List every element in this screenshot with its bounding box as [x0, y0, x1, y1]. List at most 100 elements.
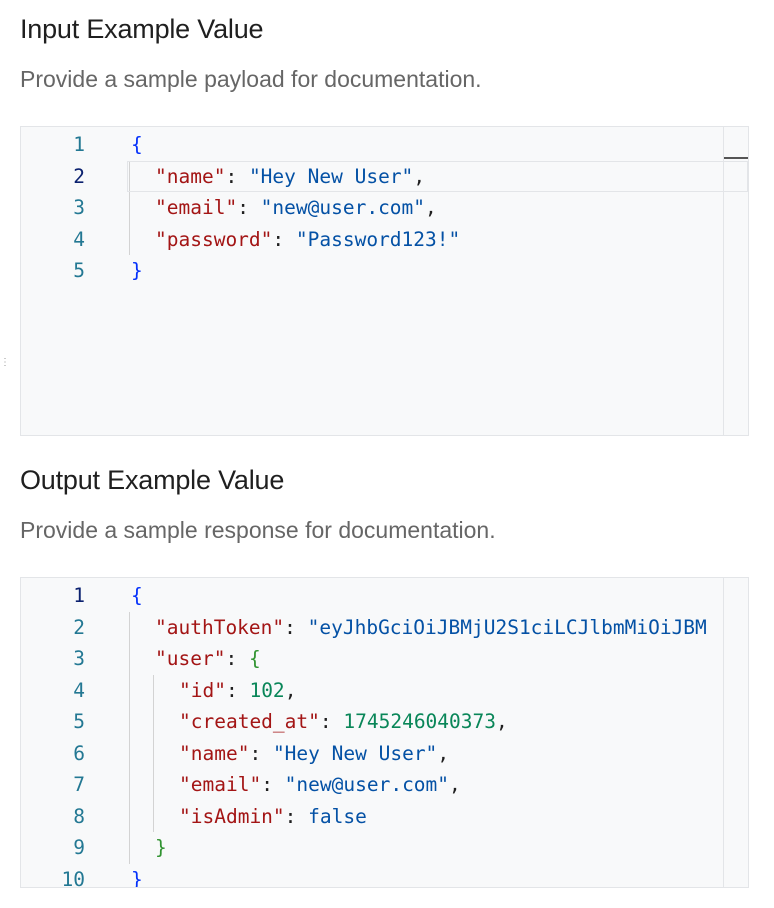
output-example-description: Provide a sample response for documentat…: [20, 517, 496, 543]
code-text: }: [131, 255, 143, 287]
indent-guide: [129, 643, 130, 675]
line-content[interactable]: "authToken": "eyJhbGciOiJBMjU2S1ciLCJlbm…: [127, 611, 748, 643]
code-token: ,: [449, 773, 461, 796]
line-number: 1: [73, 584, 85, 607]
code-line[interactable]: 10}: [21, 864, 748, 888]
line-number: 3: [73, 647, 85, 670]
code-line[interactable]: 5}: [21, 255, 748, 287]
code-token: "email": [155, 196, 238, 219]
line-content[interactable]: }: [127, 864, 748, 888]
code-token: :: [319, 710, 344, 733]
code-token: :: [284, 804, 309, 828]
code-token: }: [131, 867, 143, 888]
output-example-title: Output Example Value: [20, 465, 285, 495]
line-number: 7: [73, 773, 85, 796]
code-text: "id": 102,: [179, 675, 296, 707]
code-token: 1745246040373: [343, 710, 496, 733]
line-number: 2: [73, 615, 85, 639]
code-line[interactable]: 7 "email": "new@user.com",: [21, 769, 748, 801]
code-line[interactable]: 2 "name": "Hey New User",: [21, 160, 748, 192]
code-line[interactable]: 9}: [21, 832, 748, 864]
code-text: "name": "Hey New User",: [179, 738, 449, 770]
code-token: {: [248, 647, 261, 670]
line-content[interactable]: "isAdmin": false: [127, 800, 748, 833]
code-token: "name": [179, 741, 250, 765]
code-text: "created_at": 1745246040373,: [179, 706, 508, 738]
line-content[interactable]: {: [127, 580, 748, 612]
code-line[interactable]: 1{: [21, 580, 748, 612]
code-line[interactable]: 2 "authToken": "eyJhbGciOiJBMjU2S1ciLCJlb…: [21, 611, 748, 643]
line-number: 6: [73, 741, 85, 765]
indent-guide: [129, 832, 130, 864]
code-line[interactable]: 3 "user": {: [21, 643, 748, 675]
code-token: ,: [425, 196, 437, 219]
code-token: "Hey New User": [272, 741, 438, 765]
line-content[interactable]: "id": 102,: [127, 674, 748, 707]
line-number: 9: [73, 836, 85, 859]
line-content[interactable]: "password": "Password123!": [127, 223, 748, 256]
code-line[interactable]: 4 "password": "Password123!": [21, 223, 748, 256]
indent-guide: [129, 769, 130, 801]
current-line-highlight: [127, 160, 748, 192]
input-code-editor[interactable]: 1{2 "name": "Hey New User", 3 "email": "new…: [20, 126, 749, 436]
line-content[interactable]: }: [127, 832, 748, 864]
code-text: }: [155, 832, 167, 864]
line-content[interactable]: }: [127, 255, 748, 287]
indent-guide: [153, 674, 154, 706]
line-number: 4: [73, 678, 85, 702]
input-example-description: Provide a sample payload for documentati…: [20, 66, 482, 92]
code-token: "isAdmin": [179, 804, 285, 828]
code-line[interactable]: 1{: [21, 129, 748, 161]
indent-guide: [129, 800, 130, 832]
code-line[interactable]: 6 "name": "Hey New User",: [21, 737, 748, 770]
code-text: }: [131, 864, 143, 888]
indent-guide: [153, 737, 154, 769]
code-token: "created_at": [179, 710, 320, 733]
line-content[interactable]: "email": "new@user.com",: [127, 769, 748, 801]
line-number: 5: [73, 710, 85, 733]
code-token: ,: [437, 741, 450, 765]
input-example-title: Input Example Value: [20, 14, 264, 44]
indent-guide: [129, 737, 130, 769]
code-line[interactable]: 5 "created_at": 1745246040373,: [21, 706, 748, 738]
code-token: :: [249, 741, 273, 765]
code-text: "isAdmin": false: [179, 801, 367, 833]
line-content[interactable]: "email": "new@user.com",: [127, 192, 748, 224]
code-token: {: [131, 584, 143, 607]
line-content[interactable]: {: [127, 129, 748, 161]
line-content[interactable]: "created_at": 1745246040373,: [127, 706, 748, 738]
code-token: "password": [155, 227, 273, 251]
code-token: }: [155, 836, 167, 859]
indent-guide: [129, 223, 130, 255]
code-token: "id": [179, 678, 226, 702]
line-content[interactable]: "name": "Hey New User",: [127, 737, 748, 770]
line-content[interactable]: "user": {: [127, 643, 748, 675]
code-token: ,: [496, 710, 508, 733]
code-token: "authToken": [155, 615, 285, 639]
indent-guide: [129, 674, 130, 706]
code-token: :: [261, 773, 285, 796]
code-line[interactable]: 4 "id": 102,: [21, 674, 748, 707]
line-number: 2: [73, 164, 85, 188]
code-line[interactable]: 3 "email": "new@user.com",: [21, 192, 748, 224]
line-number: 1: [73, 133, 85, 156]
line-number: 4: [73, 227, 85, 251]
code-line[interactable]: 8 "isAdmin": false: [21, 800, 748, 833]
code-text: "password": "Password123!": [155, 224, 460, 256]
output-code-editor[interactable]: 1{2 "authToken": "eyJhbGciOiJBMjU2S1ciLCJ…: [20, 577, 749, 888]
indent-guide: [129, 192, 130, 224]
indent-guide: [153, 769, 154, 801]
code-text: "email": "new@user.com",: [179, 769, 461, 801]
line-number: 8: [73, 804, 85, 828]
code-token: "new@user.com": [284, 773, 450, 796]
code-token: "user": [155, 647, 226, 670]
code-text: {: [131, 129, 143, 161]
code-text: "email": "new@user.com",: [155, 192, 437, 224]
code-text: "user": {: [155, 643, 261, 675]
resize-handle-icon[interactable]: ⋮: [0, 358, 10, 368]
code-token: false: [308, 804, 367, 828]
line-number: 10: [61, 867, 85, 888]
code-token: "Password123!": [295, 227, 461, 251]
code-token: 102: [249, 678, 285, 702]
code-token: :: [272, 227, 296, 251]
